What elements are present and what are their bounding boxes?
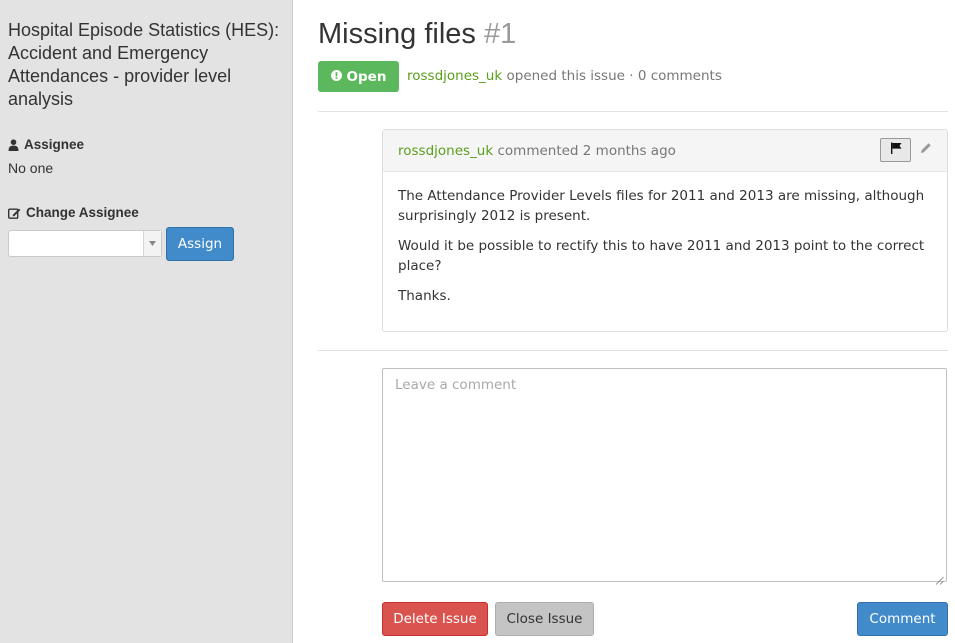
caret-down-icon[interactable] xyxy=(143,231,161,256)
issue-meta-text: opened this issue · 0 comments xyxy=(506,68,722,84)
exclamation-circle-icon xyxy=(330,69,342,85)
pencil-icon[interactable] xyxy=(920,142,932,158)
status-label: Open xyxy=(346,68,387,85)
issue-number: #1 xyxy=(484,18,517,50)
assignee-value: No one xyxy=(8,160,54,176)
dataset-title: Hospital Episode Statistics (HES): Accid… xyxy=(8,20,280,109)
close-issue-button[interactable]: Close Issue xyxy=(495,602,594,636)
comment-author-link[interactable]: rossdjones_uk xyxy=(398,143,493,159)
divider xyxy=(318,350,948,351)
issue-title: Missing files #1 xyxy=(318,18,516,51)
comment-box: rossdjones_uk commented 2 months ago The… xyxy=(382,129,948,332)
comment-paragraph: The Attendance Provider Levels files for… xyxy=(398,188,925,224)
flag-button[interactable] xyxy=(880,138,911,162)
resize-grip-icon[interactable] xyxy=(935,570,944,589)
issue-author-link[interactable]: rossdjones_uk xyxy=(407,68,502,84)
comment-paragraph: Thanks. xyxy=(398,288,451,304)
change-assignee-heading: Change Assignee xyxy=(8,205,139,220)
comment-button[interactable]: Comment xyxy=(857,602,948,636)
change-assignee-label: Change Assignee xyxy=(26,205,139,220)
edit-icon xyxy=(8,207,21,219)
assign-button[interactable]: Assign xyxy=(166,227,234,261)
assignee-select[interactable] xyxy=(8,230,162,257)
assignee-heading-label: Assignee xyxy=(24,137,85,152)
comment-meta-text: commented 2 months ago xyxy=(497,142,676,159)
issue-title-text: Missing files xyxy=(318,18,476,50)
flag-icon xyxy=(890,142,902,158)
issue-meta: rossdjones_uk opened this issue · 0 comm… xyxy=(407,68,722,84)
comment-header: rossdjones_uk commented 2 months ago xyxy=(383,130,947,172)
comment-body: The Attendance Provider Levels files for… xyxy=(383,172,947,306)
divider xyxy=(318,111,948,112)
delete-issue-button[interactable]: Delete Issue xyxy=(382,602,488,636)
user-icon xyxy=(8,138,19,151)
status-badge: Open xyxy=(318,61,399,92)
assignee-heading: Assignee xyxy=(8,137,84,152)
comment-paragraph: Would it be possible to rectify this to … xyxy=(398,238,925,274)
comment-input[interactable] xyxy=(382,368,947,582)
sidebar: Hospital Episode Statistics (HES): Accid… xyxy=(0,0,293,643)
